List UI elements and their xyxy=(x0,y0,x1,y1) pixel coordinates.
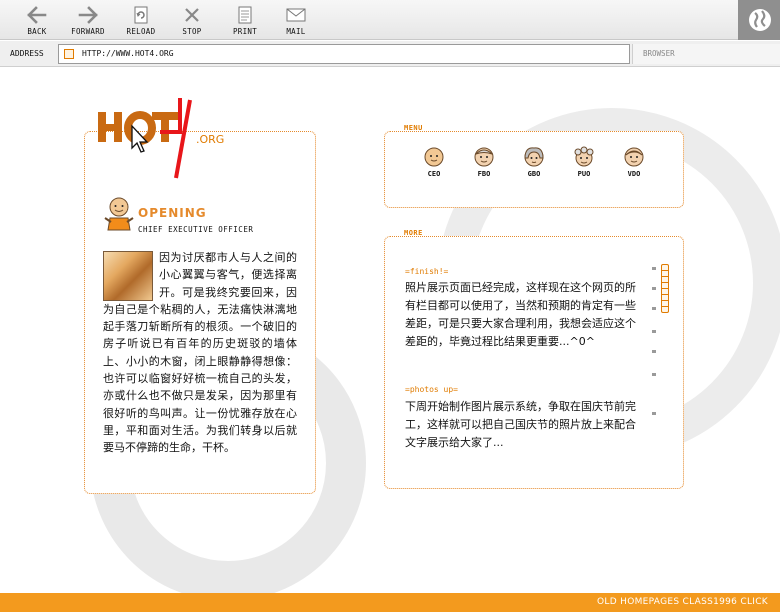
print-label: PRINT xyxy=(232,27,258,36)
forward-button[interactable]: FORWARD xyxy=(63,6,113,38)
ceo-avatar-icon xyxy=(104,197,134,231)
menu-item-fbo[interactable]: FBO xyxy=(464,146,504,178)
menu-item-vdo-label: VDO xyxy=(627,170,641,178)
menu-item-ceo[interactable]: CEO xyxy=(414,146,454,178)
menu-item-puo[interactable]: PUO xyxy=(564,146,604,178)
fbo-face-icon xyxy=(474,147,494,167)
more-entry-2-text: 下周开始制作图片展示系统，争取在国庆节前完工，这样就可以把自己国庆节的照片放上来… xyxy=(405,400,636,449)
more-entry-1-text: 照片展示页面已经完成，这样现在这个网页的所有栏目都可以使用了，当然和预期的肯定有… xyxy=(405,281,636,348)
puo-face-icon xyxy=(574,146,594,167)
scroll-ruler-handle[interactable] xyxy=(661,264,669,313)
hot4-logo[interactable] xyxy=(94,96,204,186)
stop-x-icon xyxy=(167,6,217,26)
footer-link[interactable]: OLD HOMEPAGES CLASS1996 CLICK xyxy=(597,597,768,607)
address-input[interactable]: HTTP://WWW.HOT4.ORG xyxy=(58,44,630,64)
mail-label: MAIL xyxy=(286,27,306,36)
reload-button[interactable]: RELOAD xyxy=(116,6,166,38)
browser-toolbar: BACK FORWARD RELOAD STOP PRINT MAIL xyxy=(0,0,780,40)
globe-icon xyxy=(749,9,771,31)
address-label: ADDRESS xyxy=(10,49,44,58)
back-label: BACK xyxy=(27,27,47,36)
menu-item-puo-label: PUO xyxy=(577,170,591,178)
forward-arrow-icon xyxy=(63,6,113,26)
menu-item-gbo-label: GBO xyxy=(527,170,541,178)
print-icon xyxy=(220,6,270,26)
menu-item-ceo-label: CEO xyxy=(427,170,441,178)
address-url: HTTP://WWW.HOT4.ORG xyxy=(82,49,174,58)
ceo-face-icon xyxy=(424,147,444,167)
more-entry-2-heading: =photos up= xyxy=(405,385,458,394)
opening-subtitle: CHIEF EXECUTIVE OFFICER xyxy=(138,225,254,234)
back-button[interactable]: BACK xyxy=(12,6,62,38)
menu-item-vdo[interactable]: VDO xyxy=(614,146,654,178)
stop-button[interactable]: STOP xyxy=(167,6,217,38)
opening-title: OPENING xyxy=(138,206,207,220)
vdo-face-icon xyxy=(624,147,644,167)
favicon-icon xyxy=(64,49,74,59)
menu-item-fbo-label: FBO xyxy=(477,170,491,178)
browser-label: BROWSER xyxy=(643,49,675,58)
logo-suffix: .ORG xyxy=(196,133,225,146)
cursor-arrow-icon xyxy=(131,124,149,153)
mail-button[interactable]: MAIL xyxy=(271,6,321,38)
forward-label: FORWARD xyxy=(71,27,105,36)
address-bar: ADDRESS HTTP://WWW.HOT4.ORG BROWSER xyxy=(0,41,780,67)
reload-icon xyxy=(116,6,166,26)
stop-label: STOP xyxy=(182,27,202,36)
browser-label-area: BROWSER xyxy=(632,44,780,64)
back-arrow-icon xyxy=(12,6,62,26)
opening-body: 因为讨厌都市人与人之间的小心翼翼与客气，便选择离开。可是我终究要回来，因为自己是… xyxy=(103,249,297,457)
print-button[interactable]: PRINT xyxy=(220,6,270,38)
gbo-face-icon xyxy=(524,147,544,167)
mail-icon xyxy=(271,6,321,26)
reload-label: RELOAD xyxy=(126,27,156,36)
menu-item-gbo[interactable]: GBO xyxy=(514,146,554,178)
more-entry-1-heading: =finish!= xyxy=(405,267,449,276)
browser-globe-button[interactable] xyxy=(738,0,780,40)
footer-bar: OLD HOMEPAGES CLASS1996 CLICK xyxy=(0,593,780,612)
